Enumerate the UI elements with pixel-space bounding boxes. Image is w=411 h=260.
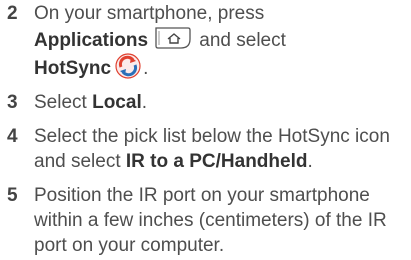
step-text: . (307, 151, 313, 172)
ir-option-label: IR to a PC/Handheld (125, 151, 308, 172)
applications-button-icon (152, 26, 192, 51)
step-2: 2 On your smartphone, press Applications… (0, 1, 411, 81)
step-text: On your smartphone, press (34, 3, 265, 24)
instruction-steps: 2 On your smartphone, press Applications… (0, 0, 411, 258)
step-text: and select (194, 30, 286, 51)
hotsync-label: HotSync (34, 58, 112, 79)
step-number: 4 (7, 126, 18, 147)
step-text: Position the IR port on your smartphone … (34, 185, 387, 256)
step-5: 5 Position the IR port on your smartphon… (0, 183, 411, 258)
step-text: . (143, 58, 149, 79)
step-text: Select (34, 92, 93, 113)
step-text: . (141, 92, 147, 113)
step-3: 3 Select Local. (0, 90, 411, 115)
hotsync-icon (115, 53, 141, 79)
step-number: 3 (7, 92, 18, 113)
step-number: 5 (7, 185, 18, 206)
step-4: 4 Select the pick list below the HotSync… (0, 124, 411, 174)
step-number: 2 (7, 3, 18, 24)
local-label: Local (92, 92, 142, 113)
applications-label: Applications (34, 30, 149, 51)
